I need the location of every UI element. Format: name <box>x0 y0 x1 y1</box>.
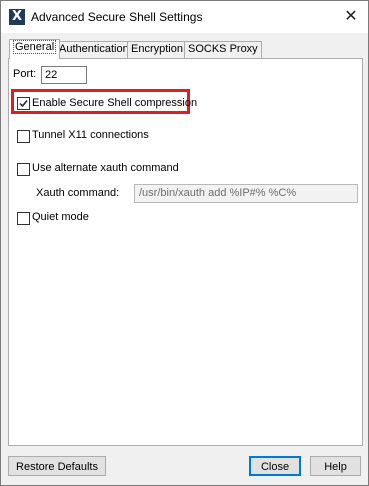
xauth-command-label: Xauth command: <box>36 187 120 199</box>
tab-general-label: General <box>13 40 57 54</box>
tunnel-x11-label[interactable]: Tunnel X11 connections <box>32 129 149 141</box>
app-icon: X <box>9 9 25 25</box>
tab-socks-proxy[interactable]: SOCKS Proxy <box>184 41 262 58</box>
tab-authentication-label: Authentication <box>59 43 129 55</box>
general-panel: Port: 22 Enable Secure Shell compression… <box>8 58 363 446</box>
port-input[interactable]: 22 <box>41 66 87 84</box>
restore-defaults-button[interactable]: Restore Defaults <box>8 456 106 476</box>
tab-encryption-label: Encryption <box>131 43 183 55</box>
help-button[interactable]: Help <box>310 456 361 476</box>
quiet-mode-checkbox[interactable] <box>17 212 30 225</box>
port-label: Port: <box>13 68 37 80</box>
dialog-window: X Advanced Secure Shell Settings ✕ Gener… <box>0 0 369 486</box>
xauth-command-input[interactable]: /usr/bin/xauth add %IP#% %C% <box>134 184 358 203</box>
alt-xauth-checkbox[interactable] <box>17 163 30 176</box>
quiet-mode-label[interactable]: Quiet mode <box>32 211 89 223</box>
tab-socks-proxy-label: SOCKS Proxy <box>188 43 258 55</box>
title-bar[interactable]: X Advanced Secure Shell Settings ✕ <box>1 1 368 33</box>
tab-authentication[interactable]: Authentication <box>55 41 133 58</box>
close-icon[interactable]: ✕ <box>340 5 362 27</box>
checkmark-icon <box>19 100 28 108</box>
alt-xauth-label[interactable]: Use alternate xauth command <box>32 162 179 174</box>
tunnel-x11-checkbox[interactable] <box>17 130 30 143</box>
compression-checkbox[interactable] <box>17 97 30 110</box>
compression-label[interactable]: Enable Secure Shell compression <box>32 97 197 109</box>
window-title: Advanced Secure Shell Settings <box>31 10 203 24</box>
tab-general[interactable]: General <box>9 39 61 59</box>
tab-encryption[interactable]: Encryption <box>127 41 187 58</box>
close-button[interactable]: Close <box>249 456 301 476</box>
